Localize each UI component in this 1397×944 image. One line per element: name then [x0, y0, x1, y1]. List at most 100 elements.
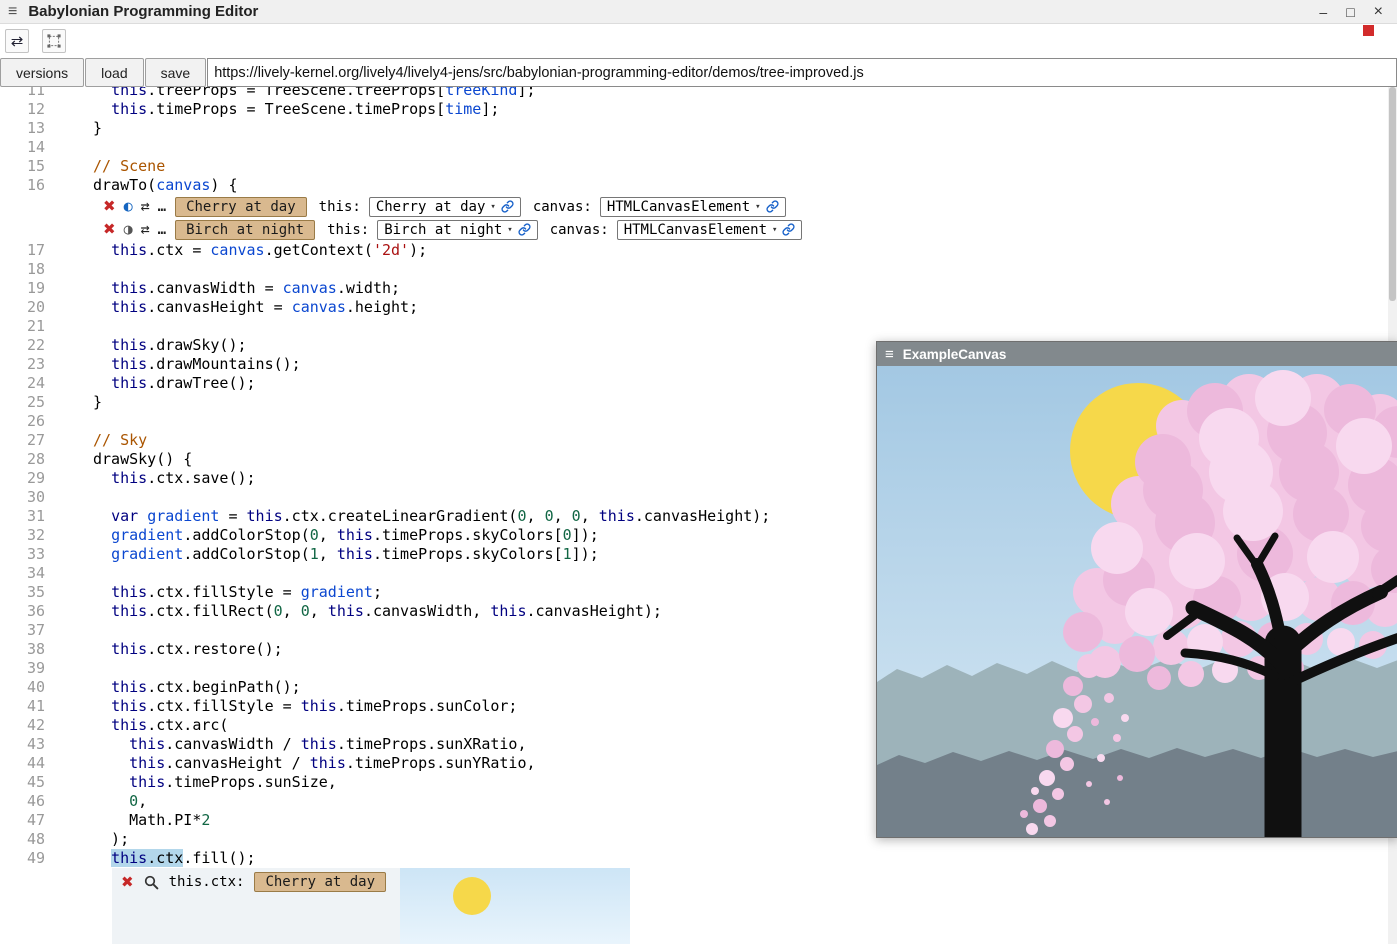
canvas-value-dropdown[interactable]: HTMLCanvasElement ▾: [600, 197, 786, 217]
code-text[interactable]: this.ctx.fillStyle = gradient;: [45, 583, 382, 602]
code-text[interactable]: this.ctx.arc(: [45, 716, 228, 735]
code-line[interactable]: 19 this.canvasWidth = canvas.width;: [0, 279, 1397, 298]
swap-tool-button[interactable]: ⇄: [5, 29, 29, 53]
code-text[interactable]: this.ctx = canvas.getContext('2d');: [45, 241, 427, 260]
more-options-icon[interactable]: …: [158, 200, 167, 214]
code-line[interactable]: 15// Scene: [0, 157, 1397, 176]
close-icon[interactable]: ✖: [121, 875, 134, 890]
code-text[interactable]: [45, 260, 102, 279]
code-text[interactable]: this.timeProps.sunSize,: [45, 773, 337, 792]
this-value-dropdown[interactable]: Cherry at day ▾: [369, 197, 521, 217]
swap-icon[interactable]: ⇄: [141, 222, 150, 237]
code-text[interactable]: this.timeProps = TreeScene.timeProps[tim…: [45, 100, 499, 119]
code-text[interactable]: [45, 564, 102, 583]
more-options-icon[interactable]: …: [158, 223, 167, 237]
link-icon[interactable]: [766, 200, 779, 213]
maximize-button[interactable]: □: [1346, 5, 1354, 19]
code-text[interactable]: [45, 138, 102, 157]
line-number: 24: [0, 374, 45, 393]
line-number: 33: [0, 545, 45, 564]
code-text[interactable]: this.canvasWidth / this.timeProps.sunXRa…: [45, 735, 527, 754]
code-text[interactable]: // Sky: [45, 431, 147, 450]
code-text[interactable]: gradient.addColorStop(0, this.timeProps.…: [45, 526, 599, 545]
line-number: 34: [0, 564, 45, 583]
code-text[interactable]: 0,: [45, 792, 147, 811]
line-number: 18: [0, 260, 45, 279]
code-text[interactable]: gradient.addColorStop(1, this.timeProps.…: [45, 545, 599, 564]
code-text[interactable]: drawSky() {: [45, 450, 192, 469]
code-text[interactable]: Math.PI*2: [45, 811, 210, 830]
code-line[interactable]: 18: [0, 260, 1397, 279]
menu-icon[interactable]: ≡: [8, 4, 17, 20]
minimize-button[interactable]: –: [1319, 5, 1327, 19]
code-text[interactable]: // Scene: [45, 157, 165, 176]
code-line[interactable]: 11 this.treeProps = TreeScene.treeProps[…: [0, 87, 1397, 100]
code-text[interactable]: this.ctx.fillRect(0, 0, this.canvasWidth…: [45, 602, 662, 621]
code-text[interactable]: drawTo(canvas) {: [45, 176, 238, 195]
code-text[interactable]: this.ctx.beginPath();: [45, 678, 301, 697]
canvas-value-dropdown[interactable]: HTMLCanvasElement ▾: [617, 220, 803, 240]
babylonian-editor-window: ≡ Babylonian Programming Editor – □ × ⇄ …: [0, 0, 1397, 944]
close-icon[interactable]: ✖: [103, 222, 116, 237]
code-text[interactable]: [45, 659, 102, 678]
link-icon[interactable]: [501, 200, 514, 213]
close-icon[interactable]: ✖: [103, 199, 116, 214]
code-text[interactable]: this.drawTree();: [45, 374, 256, 393]
this-value-dropdown[interactable]: Birch at night ▾: [377, 220, 537, 240]
code-text[interactable]: this.canvasHeight = canvas.height;: [45, 298, 418, 317]
code-text[interactable]: [45, 317, 102, 336]
example-name-button[interactable]: Cherry at day: [254, 872, 386, 892]
code-text[interactable]: this.treeProps = TreeScene.treeProps[tre…: [45, 87, 536, 100]
line-number: 38: [0, 640, 45, 659]
code-line[interactable]: 49 this.ctx.fill();: [0, 849, 1397, 868]
code-line[interactable]: 16drawTo(canvas) {: [0, 176, 1397, 195]
example-name-button[interactable]: Cherry at day: [175, 197, 307, 217]
code-text[interactable]: }: [45, 119, 102, 138]
line-number: 11: [0, 87, 45, 100]
link-icon[interactable]: [782, 223, 795, 236]
close-button[interactable]: ×: [1374, 4, 1383, 20]
link-icon[interactable]: [518, 223, 531, 236]
code-line[interactable]: 20 this.canvasHeight = canvas.height;: [0, 298, 1397, 317]
swap-icon[interactable]: ⇄: [141, 199, 150, 214]
window-titlebar[interactable]: ≡ Babylonian Programming Editor – □ ×: [0, 0, 1397, 24]
example-toggle-icon[interactable]: ◐: [124, 199, 133, 214]
code-line[interactable]: 12 this.timeProps = TreeScene.timeProps[…: [0, 100, 1397, 119]
scrollbar-thumb[interactable]: [1389, 87, 1396, 301]
code-text[interactable]: this.drawMountains();: [45, 355, 301, 374]
magnifier-icon[interactable]: [144, 875, 159, 890]
versions-button[interactable]: versions: [0, 58, 84, 87]
canvas-value: HTMLCanvasElement: [624, 222, 767, 238]
line-number: 26: [0, 412, 45, 431]
load-button[interactable]: load: [85, 58, 143, 87]
code-text[interactable]: this.ctx.save();: [45, 469, 256, 488]
code-text[interactable]: [45, 621, 102, 640]
url-input[interactable]: [207, 58, 1397, 87]
code-text[interactable]: var gradient = this.ctx.createLinearGrad…: [45, 507, 770, 526]
example-canvas-titlebar[interactable]: ≡ ExampleCanvas: [877, 342, 1397, 366]
save-button[interactable]: save: [145, 58, 207, 87]
code-text[interactable]: }: [45, 393, 102, 412]
code-text[interactable]: this.ctx.fillStyle = this.timeProps.sunC…: [45, 697, 517, 716]
code-text[interactable]: this.drawSky();: [45, 336, 247, 355]
line-number: 36: [0, 602, 45, 621]
code-text[interactable]: this.canvasWidth = canvas.width;: [45, 279, 400, 298]
example-canvas-window[interactable]: ≡ ExampleCanvas: [876, 341, 1397, 838]
example-name-button[interactable]: Birch at night: [175, 220, 315, 240]
example-canvas-title: ExampleCanvas: [903, 347, 1007, 362]
code-text[interactable]: this.ctx.fill();: [45, 849, 256, 868]
code-text[interactable]: this.ctx.restore();: [45, 640, 283, 659]
code-text[interactable]: [45, 488, 102, 507]
line-number: 44: [0, 754, 45, 773]
code-text[interactable]: [45, 412, 102, 431]
code-text[interactable]: this.canvasHeight / this.timeProps.sunYR…: [45, 754, 536, 773]
code-line[interactable]: 21: [0, 317, 1397, 336]
example-toggle-icon[interactable]: ◑: [124, 222, 133, 237]
line-number: 32: [0, 526, 45, 545]
code-text[interactable]: );: [45, 830, 129, 849]
transform-tool-button[interactable]: [42, 29, 66, 53]
code-line[interactable]: 13}: [0, 119, 1397, 138]
menu-icon[interactable]: ≡: [885, 347, 894, 362]
code-line[interactable]: 14: [0, 138, 1397, 157]
code-line[interactable]: 17 this.ctx = canvas.getContext('2d');: [0, 241, 1397, 260]
